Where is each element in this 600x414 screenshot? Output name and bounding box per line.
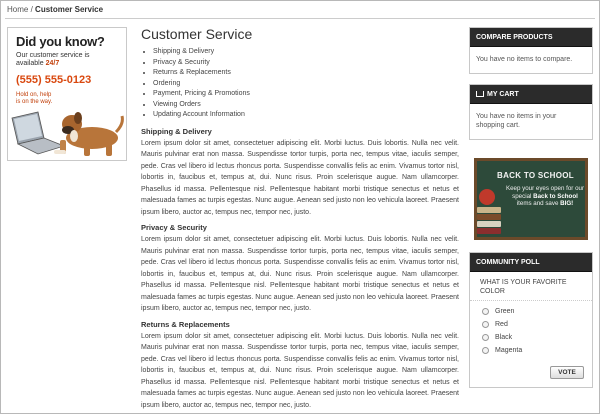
banner-text-b: Back to School <box>533 192 578 200</box>
page-title: Customer Service <box>141 26 253 42</box>
promo-line-1: Our customer service is <box>16 52 90 59</box>
poll-option-red[interactable]: Red <box>470 318 592 331</box>
banner-text-d: BIG! <box>560 200 574 208</box>
promo-line-2-text: available <box>16 60 44 67</box>
apple-icon <box>479 189 495 205</box>
radio-icon[interactable] <box>482 334 489 341</box>
main-content: Customer Service Shipping & Delivery Pri… <box>141 26 459 411</box>
community-poll-block: Community Poll WHAT IS YOUR FAVORITE COL… <box>469 252 593 388</box>
poll-option-black[interactable]: Black <box>470 331 592 344</box>
breadcrumb-current: Customer Service <box>35 5 104 14</box>
topic-link-ordering[interactable]: Ordering <box>153 79 459 90</box>
poll-option-label: Magenta <box>495 347 523 354</box>
radio-icon[interactable] <box>482 347 489 354</box>
section-heading: Returns & Replacements <box>141 319 230 329</box>
section-body: Lorem ipsum dolor sit amet, consectetuer… <box>141 332 459 409</box>
poll-option-green[interactable]: Green <box>470 305 592 318</box>
topic-list: Shipping & Delivery Privacy & Security R… <box>141 47 459 121</box>
breadcrumb: Home / Customer Service <box>7 5 103 14</box>
compare-products-block: Compare Products You have no items to co… <box>469 27 593 74</box>
back-to-school-banner[interactable]: BACK TO SCHOOL Keep your eyes open for o… <box>474 158 588 240</box>
dog-laptop-illustration <box>11 111 124 156</box>
poll-option-label: Black <box>495 334 513 341</box>
books-icon <box>477 207 501 237</box>
poll-option-label: Green <box>495 308 515 315</box>
topic-link-viewing-orders[interactable]: Viewing Orders <box>153 100 459 111</box>
radio-icon[interactable] <box>482 321 489 328</box>
promo-phone-number: (555) 555-0123 <box>16 74 92 86</box>
topic-link-account-info[interactable]: Updating Account Information <box>153 110 459 121</box>
compare-products-title: Compare Products <box>470 28 592 47</box>
promo-line-2: available 24/7 <box>16 60 59 67</box>
section-heading: Privacy & Security <box>141 223 207 232</box>
community-poll-title: Community Poll <box>470 253 592 272</box>
my-cart-title: My Cart <box>487 91 519 98</box>
compare-products-empty: You have no items to compare. <box>476 56 573 63</box>
radio-icon[interactable] <box>482 308 489 315</box>
customer-service-promo[interactable]: Did you know? Our customer service is av… <box>7 27 127 161</box>
section-body: Lorem ipsum dolor sit amet, consectetuer… <box>141 139 459 216</box>
banner-title: BACK TO SCHOOL <box>497 171 574 180</box>
topic-link-shipping[interactable]: Shipping & Delivery <box>153 47 459 58</box>
topic-link-returns[interactable]: Returns & Replacements <box>153 68 459 79</box>
my-cart-empty: You have no items in your shopping cart. <box>476 113 557 129</box>
poll-option-label: Red <box>495 321 508 328</box>
banner-text-c: items and save <box>516 200 559 208</box>
topic-link-privacy[interactable]: Privacy & Security <box>153 58 459 69</box>
poll-option-magenta[interactable]: Magenta <box>470 344 592 357</box>
my-cart-header: My Cart <box>470 85 592 104</box>
cart-icon <box>476 91 484 97</box>
my-cart-block: My Cart You have no items in your shoppi… <box>469 84 593 140</box>
breadcrumb-separator: / <box>30 5 33 14</box>
promo-availability: 24/7 <box>45 60 60 67</box>
breadcrumb-divider <box>5 18 595 19</box>
banner-text: Keep your eyes open for our special Back… <box>505 185 585 208</box>
section-body: Lorem ipsum dolor sit amet, consectetuer… <box>141 236 459 312</box>
section-heading: Shipping & Delivery <box>141 126 212 136</box>
promo-title: Did you know? <box>16 34 105 49</box>
breadcrumb-home-link[interactable]: Home <box>7 5 28 14</box>
topic-link-payment[interactable]: Payment, Pricing & Promotions <box>153 89 459 100</box>
vote-button[interactable]: VOTE <box>550 366 584 379</box>
poll-question: WHAT IS YOUR FAVORITE COLOR <box>470 272 592 301</box>
